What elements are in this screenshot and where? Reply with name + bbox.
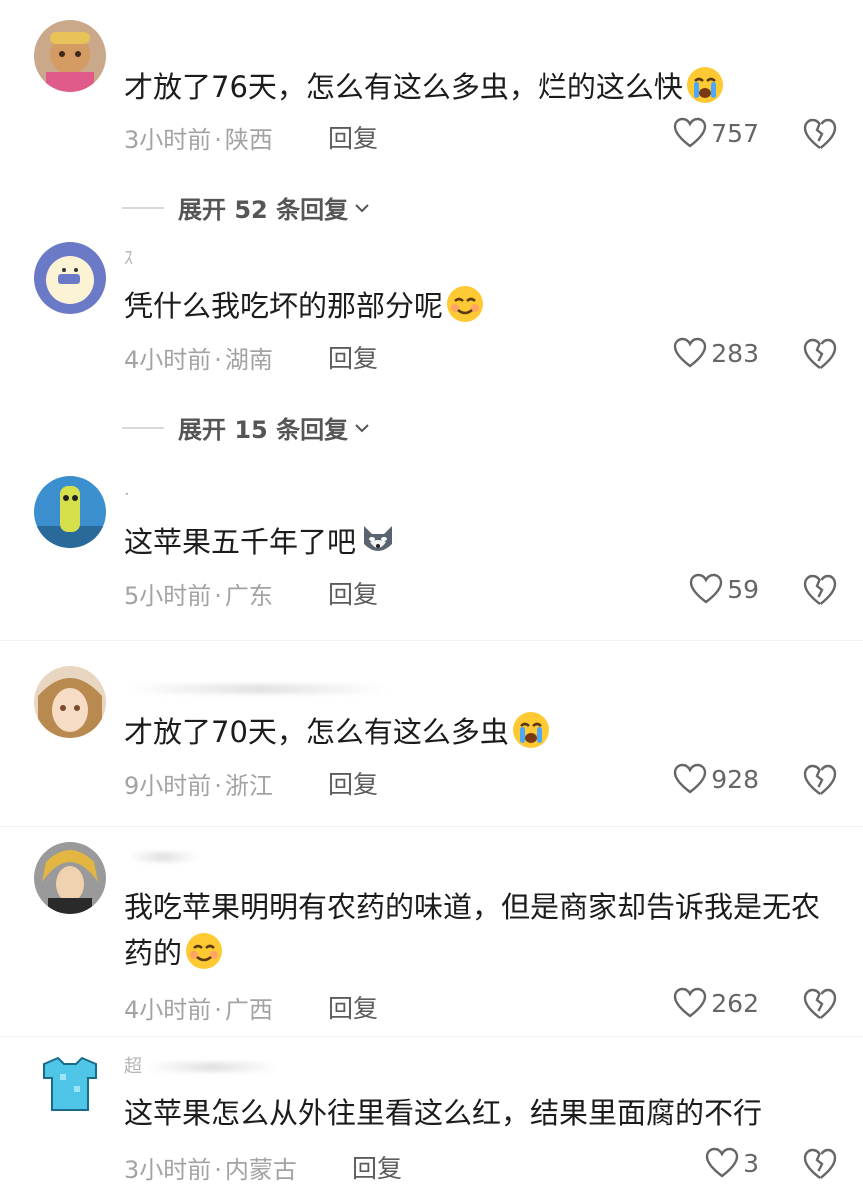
divider: [0, 826, 863, 827]
avatar[interactable]: [34, 20, 106, 92]
dislike-button[interactable]: [803, 763, 837, 797]
comment-text: 才放了76天，怎么有这么多虫，烂的这么快: [124, 64, 835, 110]
dislike-button[interactable]: [803, 117, 837, 151]
broken-heart-icon: [803, 1148, 837, 1179]
like-button[interactable]: 757: [673, 117, 759, 149]
avatar[interactable]: [34, 666, 106, 738]
avatar[interactable]: [34, 242, 106, 314]
comment-meta: 5小时前 · 广东: [124, 582, 273, 610]
broken-heart-icon: [803, 338, 837, 369]
dislike-button[interactable]: [803, 1147, 837, 1181]
heart-icon: [674, 987, 707, 1018]
smiling-face-icon: [445, 284, 485, 324]
reply-button[interactable]: 回复: [328, 989, 378, 1025]
reply-button[interactable]: 回复: [328, 765, 378, 801]
comment-text: 这苹果怎么从外往里看这么红，结果里面腐的不行: [124, 1096, 763, 1130]
username[interactable]: [124, 678, 388, 699]
avatar[interactable]: [34, 1048, 106, 1120]
reply-button[interactable]: 回复: [328, 575, 378, 611]
username[interactable]: 超: [124, 1052, 277, 1078]
comment-meta: 4小时前 · 广西: [124, 996, 273, 1024]
expand-replies-button[interactable]: 展开 52 条回复: [122, 190, 370, 225]
like-button[interactable]: 262: [673, 987, 759, 1019]
comment-text: 才放了70天，怎么有这么多虫: [124, 709, 835, 755]
heart-icon: [674, 337, 707, 368]
dislike-button[interactable]: [803, 573, 837, 607]
comment-meta: 3小时前 · 陕西: [124, 126, 273, 154]
expand-replies-button[interactable]: 展开 15 条回复: [122, 410, 370, 445]
broken-heart-icon: [803, 764, 837, 795]
broken-heart-icon: [803, 988, 837, 1019]
broken-heart-icon: [803, 118, 837, 149]
crying-face-icon: [511, 710, 551, 750]
dislike-button[interactable]: [803, 987, 837, 1021]
comment-meta: 9小时前 · 浙江: [124, 772, 273, 800]
dislike-button[interactable]: [803, 337, 837, 371]
chevron-down-icon: [355, 203, 369, 212]
avatar[interactable]: [34, 842, 106, 914]
chevron-down-icon: [355, 423, 369, 432]
divider: [0, 640, 863, 641]
comment-text: 我吃苹果明明有农药的味道，但是商家却告诉我是无农药的: [124, 890, 821, 971]
broken-heart-icon: [803, 574, 837, 605]
divider: [0, 1036, 863, 1037]
heart-icon: [705, 1147, 739, 1178]
reply-button[interactable]: 回复: [352, 1149, 402, 1185]
username[interactable]: [124, 846, 198, 867]
husky-dog-icon: [358, 520, 398, 560]
like-button[interactable]: 928: [673, 763, 759, 795]
reply-button[interactable]: 回复: [328, 119, 378, 155]
like-button[interactable]: 59: [689, 573, 759, 605]
comment-meta: 3小时前 · 内蒙古: [124, 1156, 297, 1184]
avatar[interactable]: [34, 476, 106, 548]
like-button[interactable]: 283: [673, 337, 759, 369]
like-button[interactable]: 3: [705, 1147, 759, 1179]
reply-button[interactable]: 回复: [328, 339, 378, 375]
heart-icon: [674, 763, 707, 794]
comment-text: 凭什么我吃坏的那部分呢: [124, 283, 835, 329]
username[interactable]: ｽ: [124, 244, 134, 270]
comment-meta: 4小时前 · 湖南: [124, 346, 273, 374]
crying-face-icon: [685, 65, 725, 105]
smiling-face-icon: [184, 931, 224, 971]
comment-text: 这苹果五千年了吧: [124, 519, 835, 565]
heart-icon: [674, 117, 707, 148]
heart-icon: [689, 573, 723, 604]
username[interactable]: ·: [124, 484, 131, 505]
